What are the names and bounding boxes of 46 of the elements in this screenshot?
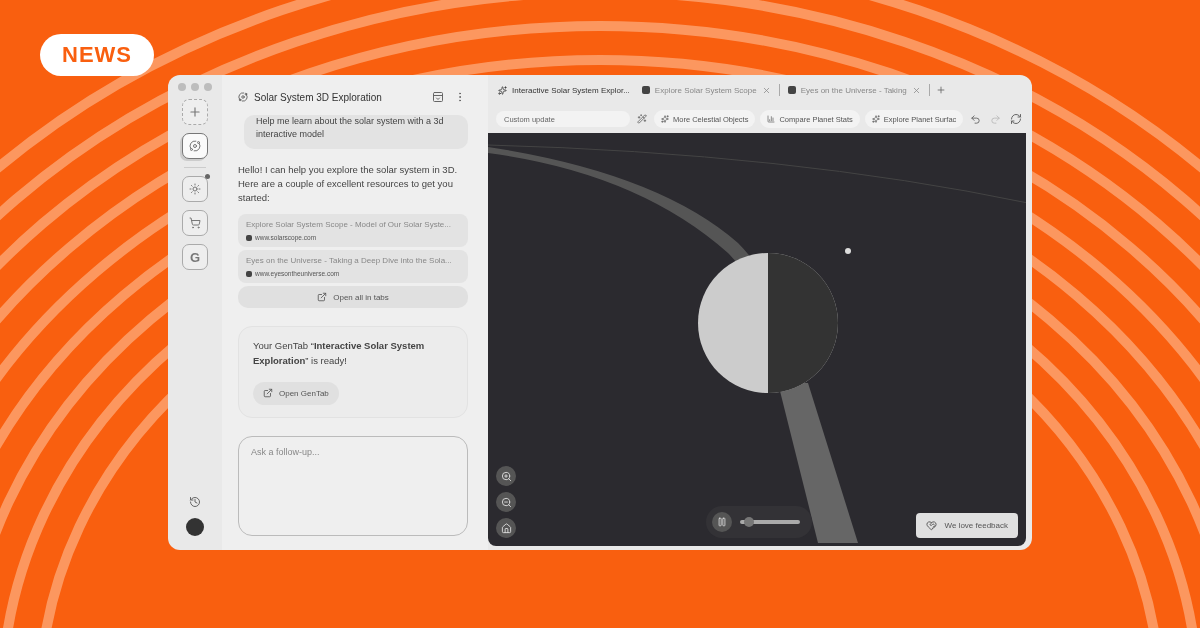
site-icon	[641, 86, 650, 94]
sun-icon	[189, 183, 201, 195]
user-message: Help me learn about the solar system with a 3d interactive model	[244, 115, 468, 150]
rail-button[interactable]	[182, 133, 208, 159]
plus-icon	[188, 105, 202, 119]
cart-icon	[189, 217, 201, 229]
zoom-in-icon	[500, 470, 512, 482]
zoom-out-button[interactable]	[496, 492, 516, 512]
slider-thumb[interactable]	[744, 517, 754, 527]
sparkle-icon	[871, 115, 880, 123]
bar-chart-icon	[767, 115, 776, 123]
3d-viewer[interactable]: We love feedback	[488, 133, 1026, 546]
close-icon[interactable]	[911, 85, 921, 95]
pause-icon	[717, 517, 727, 527]
browser-tab[interactable]: Explore Solar System Scope	[637, 78, 775, 102]
speed-slider[interactable]	[740, 520, 800, 524]
magic-wand-icon[interactable]	[635, 112, 649, 126]
feedback-button[interactable]: We love feedback	[915, 513, 1018, 538]
avatar[interactable]	[186, 518, 204, 536]
home-icon	[500, 522, 512, 534]
follow-up-input[interactable]: Ask a follow-up...	[238, 436, 468, 536]
home-button[interactable]	[496, 518, 516, 538]
browser-tab[interactable]: Eyes on the Universe - Taking	[783, 78, 925, 102]
zoom-in-button[interactable]	[496, 466, 516, 486]
gentab-message: Your GenTab “Interactive Solar System Exploration” is ready!	[253, 339, 426, 368]
pause-button[interactable]	[712, 512, 732, 532]
open-gentab-button[interactable]: Open GenTab	[253, 381, 339, 405]
rail-button[interactable]: G	[182, 244, 208, 270]
external-link-icon	[317, 292, 328, 303]
sparkle-icon	[661, 115, 669, 123]
zoom-out-icon	[500, 496, 512, 508]
external-link-icon	[263, 388, 273, 399]
close-icon[interactable]	[761, 85, 771, 95]
news-badge: NEWS	[40, 34, 154, 76]
panel-icon[interactable]	[430, 89, 446, 105]
sparkle-icon	[498, 85, 507, 95]
site-icon	[787, 86, 796, 94]
assistant-message: Hello! I can help you explore the solar system in 3D. Here are a couple of excellent resources to get you started:	[238, 163, 459, 205]
rail-button[interactable]	[182, 210, 208, 236]
history-icon[interactable]	[187, 494, 203, 510]
planet-icon	[189, 140, 201, 152]
rail-button[interactable]	[182, 176, 208, 202]
open-all-button[interactable]: Open all in tabs	[238, 286, 468, 309]
new-tab-button[interactable]	[182, 99, 208, 125]
planet-icon	[238, 92, 248, 102]
chat-title: Solar System 3D Exploration	[254, 91, 383, 103]
